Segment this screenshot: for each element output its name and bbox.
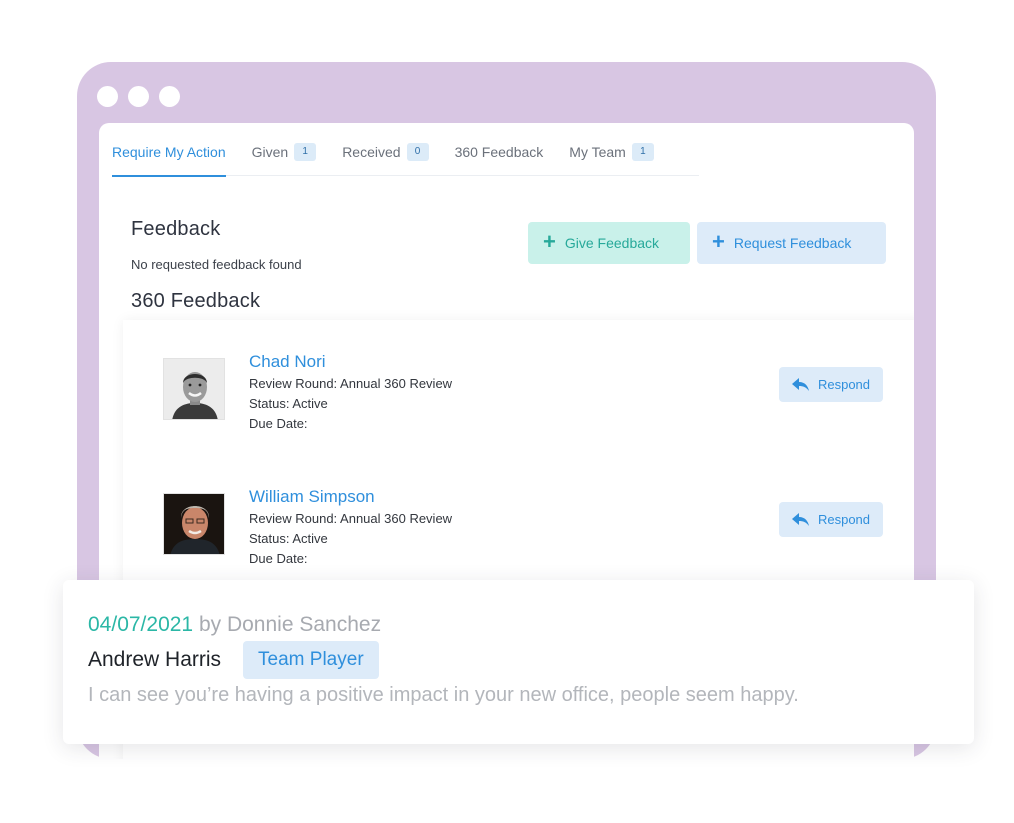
reply-icon xyxy=(791,512,810,527)
tab-received[interactable]: Received 0 xyxy=(342,140,429,176)
count-badge: 1 xyxy=(631,143,654,161)
window-dot-1[interactable] xyxy=(97,86,118,107)
respond-button[interactable]: Respond xyxy=(779,367,883,402)
tab-label: Require My Action xyxy=(112,144,226,160)
feedback-date: 04/07/2021 xyxy=(88,613,194,636)
person-name-link[interactable]: Chad Nori xyxy=(249,352,326,372)
tab-label: Received xyxy=(342,144,401,160)
count-badge: 1 xyxy=(294,143,317,161)
status-text: Status: Active xyxy=(249,531,328,546)
tab-my-team[interactable]: My Team 1 xyxy=(569,140,654,176)
tab-label: 360 Feedback xyxy=(454,144,544,160)
avatar xyxy=(163,358,225,420)
list-item: William Simpson Review Round: Annual 360… xyxy=(163,487,903,593)
feedback-recipient-row: Andrew Harris Team Player xyxy=(88,640,379,680)
feedback-comment: I can see you’re having a positive impac… xyxy=(88,684,799,706)
tab-label: Given xyxy=(251,144,289,160)
feedback-author: by Donnie Sanchez xyxy=(193,613,382,636)
tab-require-my-action[interactable]: Require My Action xyxy=(112,140,226,177)
respond-button[interactable]: Respond xyxy=(779,502,883,537)
feedback-recipient: Andrew Harris xyxy=(88,648,222,671)
avatar xyxy=(163,493,225,555)
respond-label: Respond xyxy=(817,512,871,527)
give-feedback-button[interactable]: + Give Feedback xyxy=(528,222,690,264)
give-feedback-label: Give Feedback xyxy=(564,235,660,251)
due-date-text: Due Date: xyxy=(249,416,308,431)
review-round-text: Review Round: Annual 360 Review xyxy=(249,511,453,526)
list-item: Chad Nori Review Round: Annual 360 Revie… xyxy=(163,352,903,458)
tab-label: My Team xyxy=(569,144,626,160)
person-photo-icon xyxy=(164,494,224,554)
feedback-heading: Feedback xyxy=(131,218,221,240)
feedback-tag: Team Player xyxy=(243,641,379,679)
tab-given[interactable]: Given 1 xyxy=(252,140,317,176)
reply-icon xyxy=(791,377,810,392)
tab-bar: Require My Action Given 1 Received 0 360… xyxy=(112,140,699,177)
respond-label: Respond xyxy=(817,377,871,392)
plus-icon: + xyxy=(543,229,556,254)
360-feedback-heading: 360 Feedback xyxy=(131,290,261,312)
empty-feedback-message: No requested feedback found xyxy=(131,257,302,272)
feedback-meta: 04/07/2021 by Donnie Sanchez xyxy=(88,613,381,637)
request-feedback-label: Request Feedback xyxy=(733,235,852,251)
person-photo-icon xyxy=(164,359,224,419)
request-feedback-button[interactable]: + Request Feedback xyxy=(697,222,886,264)
person-name-link[interactable]: William Simpson xyxy=(249,487,375,507)
plus-icon: + xyxy=(712,229,725,254)
tab-360-feedback[interactable]: 360 Feedback xyxy=(455,140,544,176)
count-badge: 0 xyxy=(406,143,429,161)
due-date-text: Due Date: xyxy=(249,551,308,566)
status-text: Status: Active xyxy=(249,396,328,411)
feedback-preview-card: 04/07/2021 by Donnie Sanchez Andrew Harr… xyxy=(63,580,974,744)
review-round-text: Review Round: Annual 360 Review xyxy=(249,376,453,391)
window-dot-2[interactable] xyxy=(128,86,149,107)
window-dot-3[interactable] xyxy=(159,86,180,107)
window-controls xyxy=(97,86,180,107)
